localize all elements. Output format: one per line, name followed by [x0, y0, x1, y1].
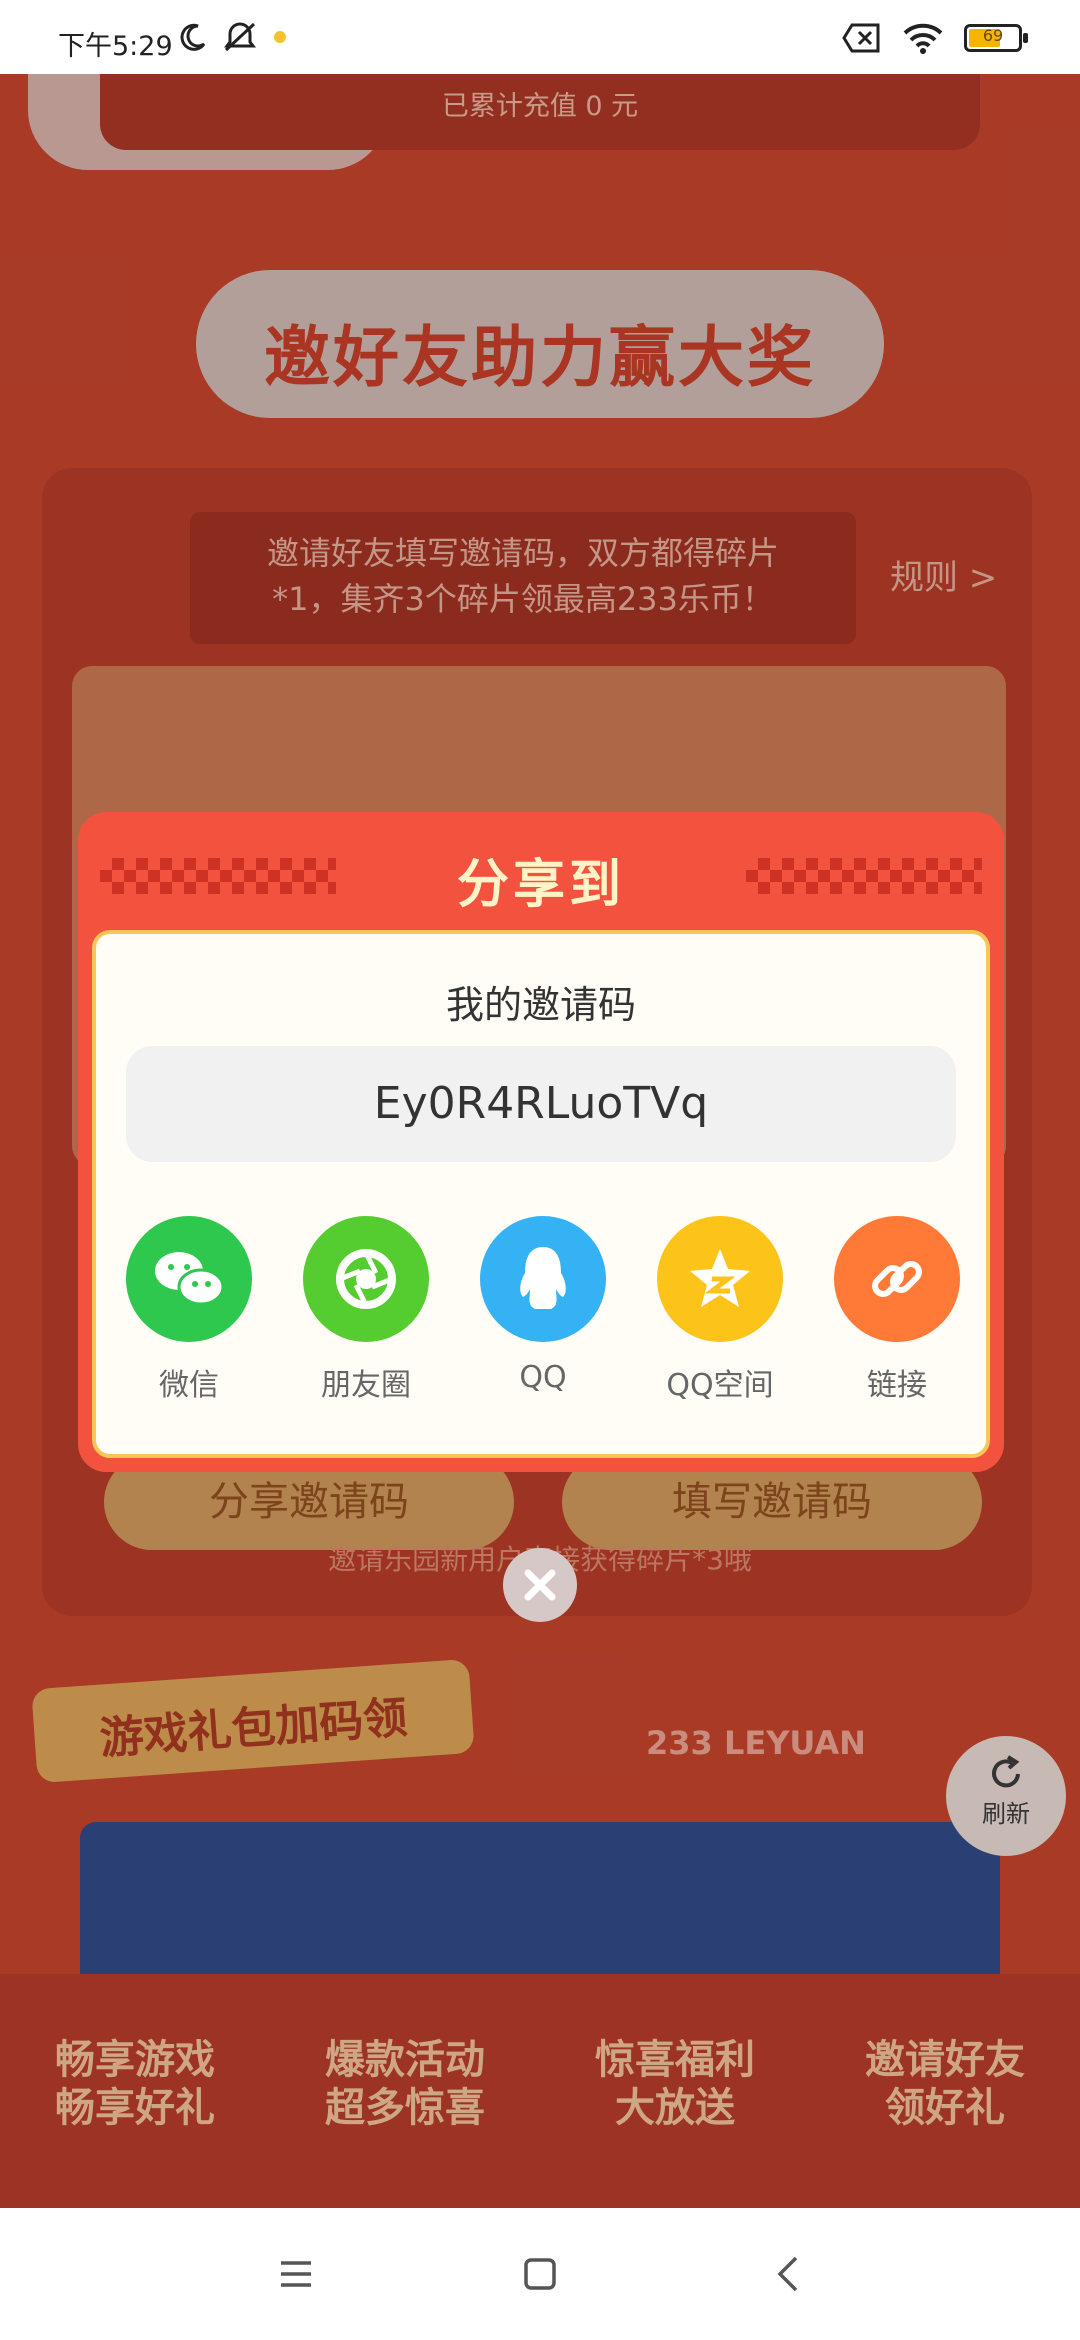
battery-level: 69	[982, 26, 1004, 45]
home-button[interactable]	[516, 2250, 564, 2298]
share-label: 朋友圈	[321, 1368, 411, 1403]
sim-off-icon	[842, 23, 880, 53]
share-modal: 分享到 我的邀请码 Ey0R4RLuoTVq 微信 朋友圈 QQ QQ空间 链接	[78, 812, 1004, 1472]
battery-icon: 69	[964, 24, 1028, 52]
back-icon	[777, 2256, 798, 2292]
moments-icon	[336, 1249, 396, 1309]
share-moments[interactable]: 朋友圈	[303, 1216, 429, 1404]
share-label: 链接	[867, 1368, 927, 1403]
close-icon	[524, 1569, 556, 1601]
share-qzone[interactable]: QQ空间	[657, 1216, 783, 1404]
close-button[interactable]	[503, 1548, 577, 1622]
share-link[interactable]: 链接	[834, 1216, 960, 1404]
back-button[interactable]	[764, 2250, 812, 2298]
refresh-label: 刷新	[982, 1800, 1030, 1828]
home-icon	[524, 2258, 556, 2290]
qzone-icon	[690, 1249, 750, 1307]
wifi-icon	[903, 23, 943, 54]
link-icon	[872, 1261, 922, 1297]
share-label: 微信	[159, 1368, 219, 1403]
modal-content: 我的邀请码 Ey0R4RLuoTVq 微信 朋友圈 QQ QQ空间 链接	[92, 930, 990, 1458]
invite-code-label: 我的邀请码	[445, 983, 636, 1027]
navigation-bar	[0, 2208, 1080, 2340]
moon-icon	[180, 23, 206, 51]
qq-icon	[520, 1247, 566, 1309]
invite-code-field[interactable]: Ey0R4RLuoTVq	[126, 1046, 956, 1162]
menu-button[interactable]	[272, 2250, 320, 2298]
share-wechat[interactable]: 微信	[126, 1216, 252, 1404]
menu-icon	[281, 2261, 311, 2287]
wechat-icon	[155, 1252, 225, 1306]
status-time: 下午5:29	[58, 31, 173, 62]
share-qq[interactable]: QQ	[480, 1216, 606, 1404]
modal-title: 分享到	[456, 855, 625, 915]
mute-icon	[224, 22, 256, 52]
share-label: QQ	[519, 1360, 567, 1395]
status-bar: 下午5:29 69	[0, 0, 1080, 74]
share-label: QQ空间	[666, 1368, 774, 1403]
share-targets: 微信 朋友圈 QQ QQ空间 链接	[126, 1216, 960, 1404]
notification-dot-icon	[274, 31, 286, 43]
refresh-button[interactable]: 刷新	[946, 1736, 1066, 1856]
refresh-icon	[992, 1755, 1020, 1788]
